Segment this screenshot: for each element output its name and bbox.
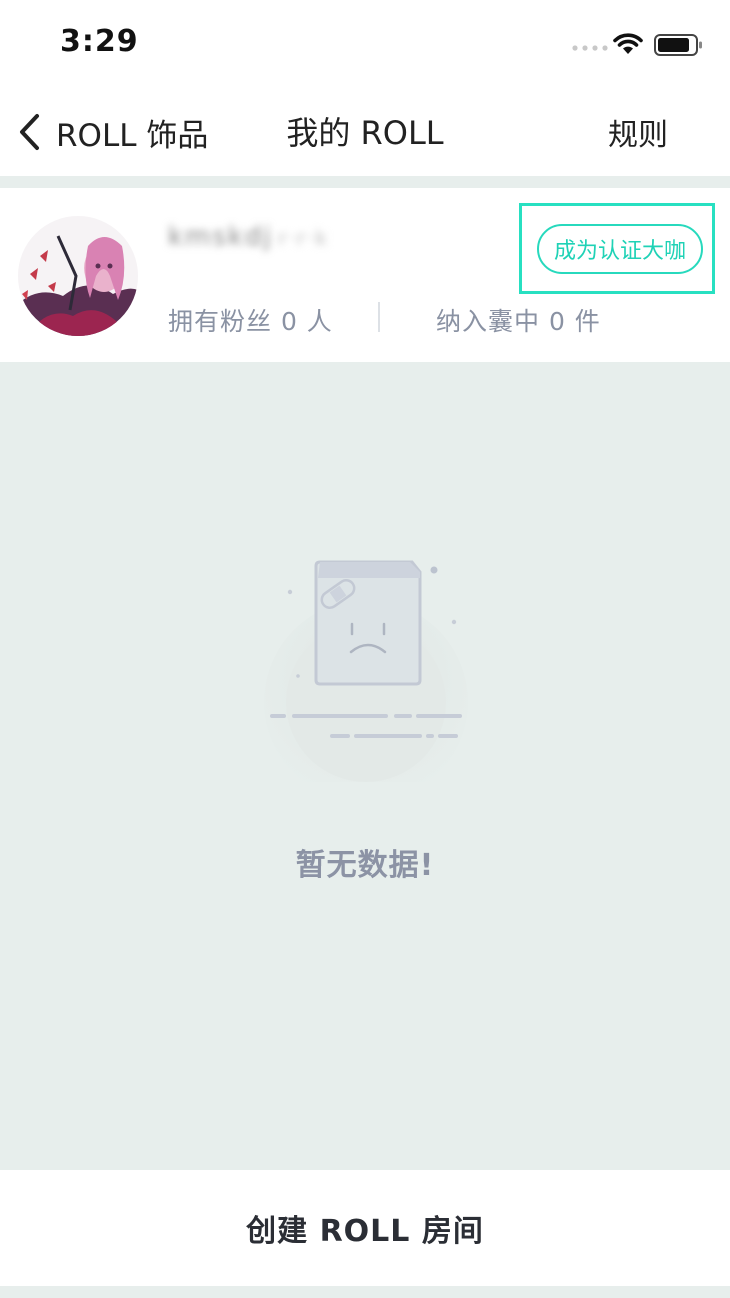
battery-icon (654, 34, 702, 56)
user-name: kmskdj (168, 222, 273, 252)
profile-card: kmskdj r·r·k 拥有粉丝 0 人 纳入囊中 0 件 成为认证大咖 (0, 188, 730, 362)
create-roll-room-button[interactable]: 创建 ROLL 房间 (0, 1170, 730, 1286)
stat-divider (378, 302, 380, 332)
fans-count: 拥有粉丝 0 人 (168, 307, 333, 336)
create-roll-room-label: 创建 ROLL 房间 (246, 1214, 484, 1249)
wifi-icon (613, 33, 643, 54)
become-verified-button[interactable]: 成为认证大咖 (537, 224, 703, 274)
empty-state-text: 暂无数据! (295, 848, 435, 883)
status-bar: 3:29 (0, 0, 730, 88)
empty-state-icon (264, 560, 468, 782)
avatar-image (18, 216, 138, 336)
rules-link[interactable]: 规则 (608, 110, 668, 154)
nav-bar: ROLL 饰品 我的 ROLL 规则 (0, 88, 730, 176)
status-time: 3:29 (60, 24, 139, 59)
items-count: 纳入囊中 0 件 (436, 307, 601, 336)
signal-dots-icon (572, 45, 608, 51)
avatar[interactable] (18, 216, 138, 336)
user-id: r·r·k (278, 226, 329, 250)
